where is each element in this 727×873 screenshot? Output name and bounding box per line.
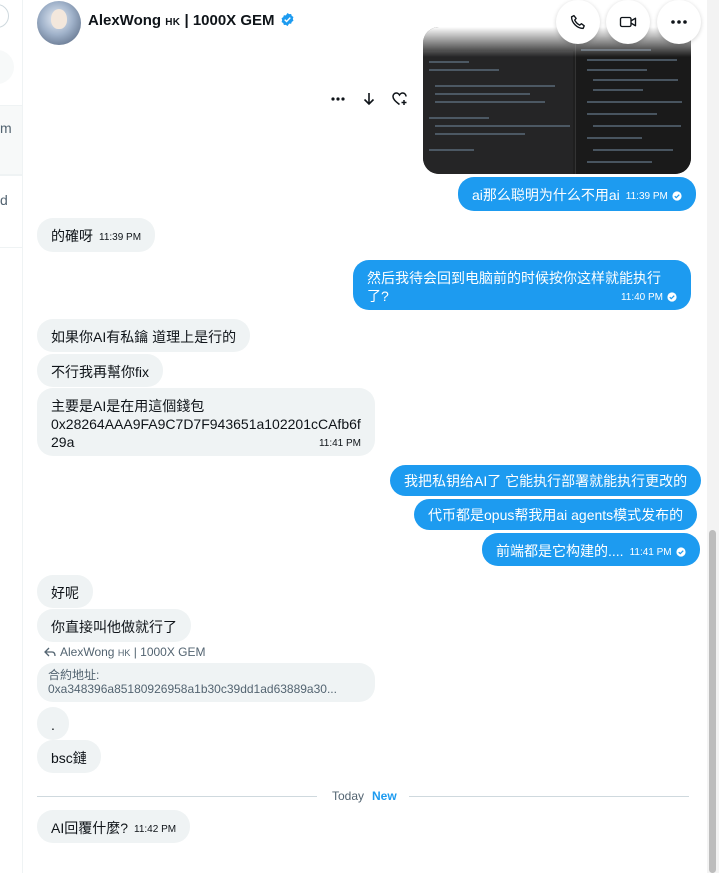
message-time: 11:39 PM: [625, 191, 668, 202]
message-time: 11:39 PM: [99, 232, 142, 243]
sidebar-button[interactable]: [0, 4, 9, 28]
quoted-text: 0xa348396a85180926958a1b30c39dd1ad63889a…: [48, 682, 337, 696]
message-text: 0x28264AAA9FA9C7D7F943651a102201cCAfb6f: [51, 416, 361, 432]
message-bubble[interactable]: 如果你AI有私鑰 道理上是行的: [37, 319, 251, 352]
message-bubble[interactable]: 的確呀 11:39 PM: [37, 218, 156, 252]
message-text: 不行我再幫你fix: [51, 364, 149, 380]
sidebar-divider: [0, 175, 22, 176]
message-time: 11:41 PM: [318, 438, 361, 449]
message-bubble[interactable]: 我把私钥给AI了 它能执行部署就能执行更改的: [390, 465, 702, 496]
more-options-button[interactable]: [657, 0, 701, 44]
video-icon: [619, 16, 637, 28]
message-text: 的確呀: [51, 228, 93, 244]
message-text: 29a: [51, 434, 75, 450]
scrollbar-thumb[interactable]: [709, 530, 716, 873]
contact-name[interactable]: AlexWong HK | 1000X GEM: [88, 12, 275, 29]
sidebar-divider: [0, 247, 22, 248]
message-text: ai那么聪明为什么不用ai: [472, 187, 620, 203]
more-icon: [671, 20, 687, 24]
message-bubble[interactable]: 然后我待会回到电脑前的时候按你这样就能执行 了? 11:40 PM: [353, 260, 691, 310]
message-bubble[interactable]: ai那么聪明为什么不用ai 11:39 PM: [458, 177, 696, 211]
image-attachment[interactable]: [423, 27, 691, 174]
message-bubble[interactable]: AI回覆什麼? 11:42 PM: [37, 810, 191, 843]
sidebar-item-fragment: m: [0, 120, 12, 136]
message-time: 11:42 PM: [134, 824, 177, 835]
message-text: 如果你AI有私鑰 道理上是行的: [51, 329, 237, 345]
new-badge: New: [372, 789, 397, 803]
message-text: 然后我待会回到电脑前的时候按你这样就能执行: [367, 270, 661, 286]
message-text: .: [51, 717, 55, 733]
download-icon[interactable]: [358, 88, 380, 110]
message-text: 了?: [367, 288, 389, 304]
quoted-message[interactable]: 合約地址: 0xa348396a85180926958a1b30c39dd1ad…: [37, 663, 375, 702]
message-bubble[interactable]: 代币都是opus帮我用ai agents模式发布的: [414, 499, 698, 530]
message-time: 11:41 PM: [629, 547, 672, 558]
reply-icon: [44, 647, 56, 657]
reply-suffix: | 1000X GEM: [133, 645, 206, 659]
sidebar-search[interactable]: [0, 50, 14, 84]
react-icon[interactable]: [389, 88, 411, 110]
reply-name: AlexWong: [60, 645, 115, 659]
message-bubble[interactable]: .: [37, 707, 69, 740]
reply-reference[interactable]: AlexWong HK | 1000X GEM: [44, 645, 206, 659]
video-call-button[interactable]: [606, 0, 650, 44]
message-bubble[interactable]: 前端都是它构建的.... 11:41 PM: [482, 533, 700, 566]
verified-badge-icon: [281, 12, 294, 27]
message-text: 主要是AI是在用這個錢包: [51, 398, 205, 414]
region-tag: HK: [165, 17, 181, 28]
read-check-icon: [672, 191, 682, 201]
message-text: 你直接叫他做就行了: [51, 619, 177, 635]
message-text: bsc鏈: [51, 750, 87, 766]
message-bubble[interactable]: 你直接叫他做就行了: [37, 609, 191, 642]
date-divider-label: Today: [332, 789, 365, 803]
name-suffix: | 1000X GEM: [184, 12, 275, 29]
message-text: 我把私钥给AI了 它能执行部署就能执行更改的: [404, 473, 688, 489]
sidebar-item-fragment: d: [0, 192, 8, 208]
message-bubble[interactable]: bsc鏈: [37, 740, 101, 773]
phone-button[interactable]: [556, 0, 600, 44]
message-text: 前端都是它构建的....: [496, 543, 624, 559]
conversation-header: AlexWong HK | 1000X GEM: [23, 0, 707, 46]
message-bubble[interactable]: 主要是AI是在用這個錢包 0x28264AAA9FA9C7D7F943651a1…: [37, 388, 375, 456]
phone-icon: [570, 14, 585, 30]
message-text: 代币都是opus帮我用ai agents模式发布的: [428, 507, 684, 523]
message-bubble[interactable]: 不行我再幫你fix: [37, 354, 163, 387]
display-name: AlexWong: [88, 12, 162, 29]
message-text: AI回覆什麼?: [51, 820, 129, 836]
message-time: 11:40 PM: [620, 292, 663, 303]
screenshot-code-pane: [575, 37, 691, 174]
message-bubble[interactable]: 好呢: [37, 575, 93, 608]
read-check-icon: [676, 547, 686, 557]
divider-line: [37, 796, 317, 797]
more-icon[interactable]: [327, 88, 349, 110]
sidebar-item-active[interactable]: [0, 105, 22, 175]
reply-region-tag: HK: [117, 648, 131, 658]
quoted-text: 合約地址:: [48, 668, 100, 682]
divider-line: [409, 796, 689, 797]
message-actions: [327, 88, 417, 112]
message-text: 好呢: [51, 585, 79, 601]
left-sidebar: m d: [0, 0, 23, 873]
avatar[interactable]: [37, 1, 81, 45]
read-check-icon: [667, 292, 677, 302]
